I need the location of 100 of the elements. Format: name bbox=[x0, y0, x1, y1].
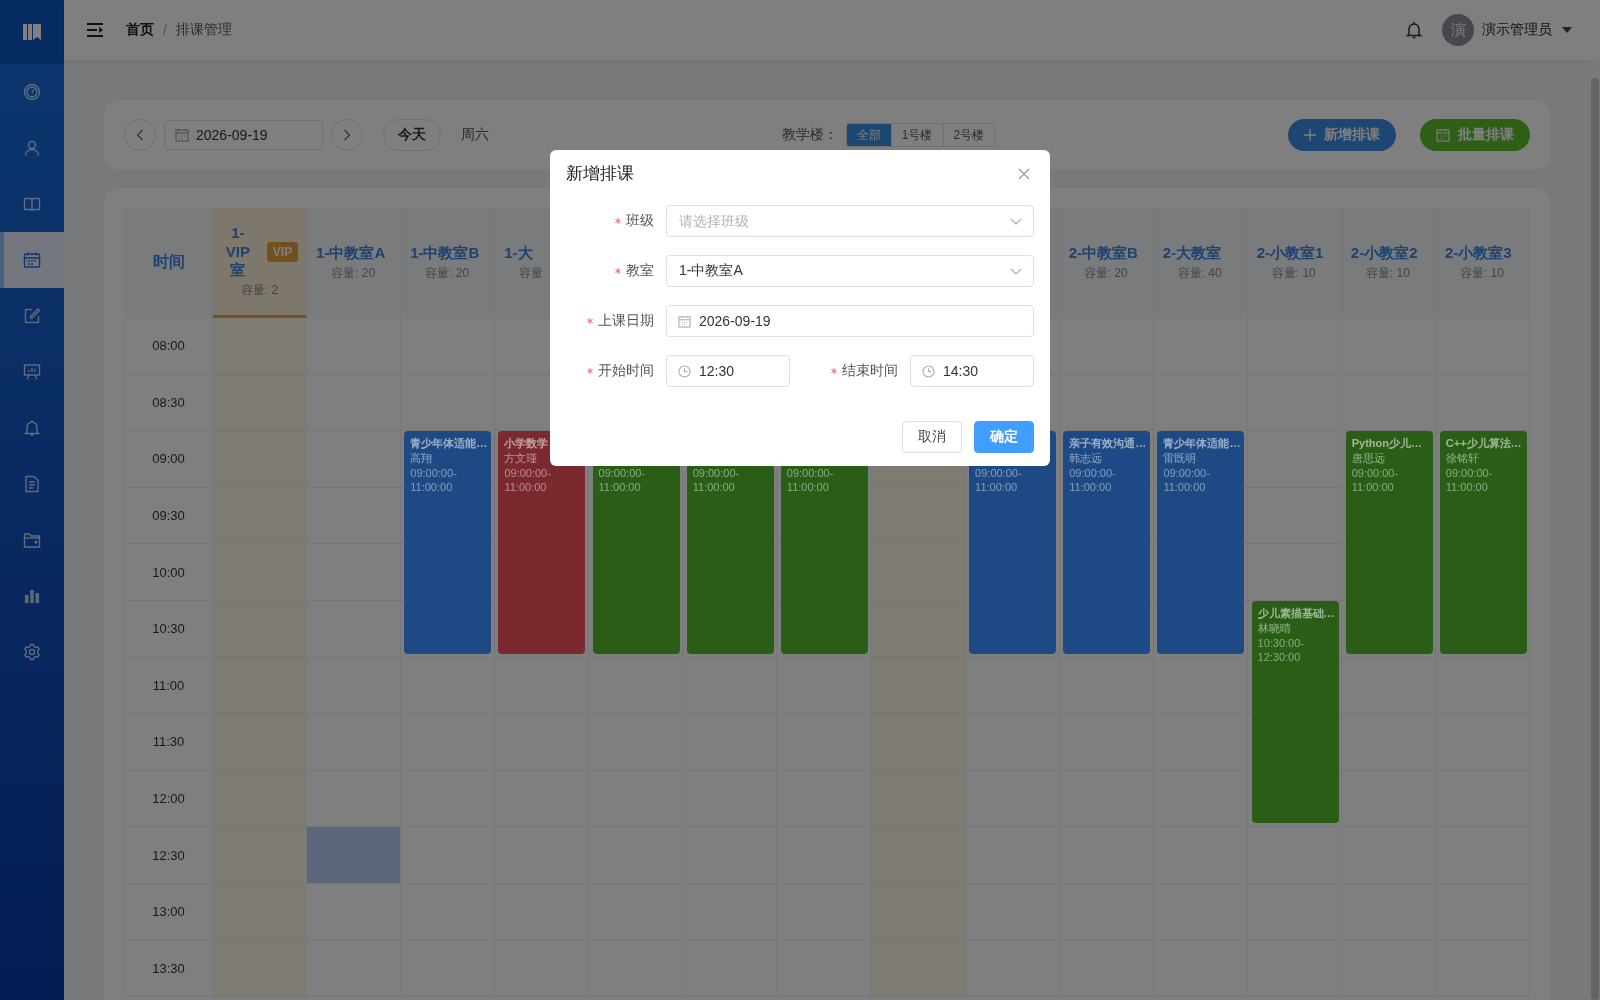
course-time: 09:00:00-11:00:00 bbox=[786, 466, 835, 495]
gauge-icon bbox=[23, 83, 41, 101]
select-field[interactable]: 1-中教室A bbox=[666, 255, 1034, 287]
calendar-icon bbox=[678, 315, 691, 328]
folder-icon bbox=[23, 531, 41, 549]
time-label: 13:30 bbox=[152, 960, 185, 976]
add-schedule-button[interactable]: 新增排课 bbox=[1288, 119, 1396, 151]
settings-icon bbox=[23, 643, 41, 661]
room-name: 2-小教室2 bbox=[1349, 243, 1418, 263]
time-slot[interactable] bbox=[307, 827, 401, 884]
chevron-right-icon bbox=[343, 129, 351, 141]
building-tab[interactable]: 2号楼 bbox=[942, 124, 995, 146]
course-title: 少儿素描基础… bbox=[1257, 606, 1333, 621]
field-label: 开始时间 bbox=[598, 362, 654, 380]
chevron-down-icon bbox=[1010, 268, 1022, 275]
course-block[interactable]: 亲子有效沟通… 韩志远 09:00:00-11:00:00 bbox=[1063, 431, 1151, 654]
edit-icon bbox=[23, 307, 41, 325]
time-label: 08:00 bbox=[152, 338, 185, 354]
breadcrumb-item: 排课管理 bbox=[175, 21, 232, 39]
calendar-icon bbox=[175, 128, 189, 142]
time-label: 12:30 bbox=[152, 847, 185, 863]
next-day-button[interactable] bbox=[331, 119, 363, 151]
teacher-name: 方文瑾 bbox=[504, 451, 539, 467]
course-time: 09:00:00-11:00:00 bbox=[1351, 466, 1400, 495]
field-label: 上课日期 bbox=[598, 312, 654, 330]
course-title: Python少儿… bbox=[1351, 436, 1423, 452]
caret-icon[interactable] bbox=[1562, 27, 1572, 33]
teacher-name: 韩志远 bbox=[1069, 451, 1104, 467]
confirm-button[interactable]: 确定 bbox=[974, 421, 1034, 453]
bell-icon bbox=[23, 419, 41, 437]
time-label: 09:00 bbox=[152, 451, 185, 467]
course-title: C++少儿算法… bbox=[1445, 436, 1521, 452]
course-time: 09:00:00-11:00:00 bbox=[1069, 466, 1117, 495]
batch-schedule-button[interactable]: 批量排课 bbox=[1420, 119, 1530, 151]
course-time: 10:30:00-12:30:00 bbox=[1257, 636, 1305, 664]
course-title: 小学数学 bbox=[504, 436, 550, 452]
time-field[interactable]: 12:30 bbox=[666, 355, 790, 387]
course-time: 09:00:00-11:00:00 bbox=[692, 466, 741, 495]
time-field[interactable]: 14:30 bbox=[910, 355, 1034, 387]
time-label: 11:30 bbox=[152, 734, 185, 750]
teacher-name: 唐思远 bbox=[1351, 451, 1386, 467]
time-label: 13:00 bbox=[152, 904, 185, 920]
room-name: 1-VIP室 bbox=[224, 223, 251, 281]
building-tab[interactable]: 全部 bbox=[846, 124, 891, 146]
course-block[interactable]: 青少年体适能… 高翔 09:00:00-11:00:00 bbox=[404, 431, 492, 654]
course-title: 青少年体适能… bbox=[1163, 436, 1239, 452]
previous-day-button[interactable] bbox=[124, 119, 156, 151]
room-name: 1-大 bbox=[503, 243, 533, 263]
cancel-button[interactable]: 取消 bbox=[902, 421, 962, 453]
course-block[interactable]: C++少儿算法… 徐铭轩 09:00:00-11:00:00 bbox=[1439, 431, 1527, 654]
course-time: 09:00:00-11:00:00 bbox=[1445, 466, 1494, 495]
time-heading: 时间 bbox=[152, 252, 185, 272]
date-field[interactable]: 2026-09-19 bbox=[164, 120, 323, 150]
building-label: 教学楼： bbox=[781, 126, 838, 144]
menu-icon[interactable] bbox=[86, 22, 104, 38]
weekday-label: 周六 bbox=[461, 126, 489, 144]
user-name[interactable]: 演示管理员 bbox=[1482, 21, 1552, 39]
time-label: 08:30 bbox=[152, 394, 185, 410]
room-name: 1-中教室B bbox=[409, 243, 480, 263]
close-icon[interactable] bbox=[1018, 167, 1030, 180]
room-name: 1-中教室A bbox=[315, 243, 386, 263]
book-icon bbox=[23, 195, 41, 213]
teacher-name: 徐铭轩 bbox=[1445, 451, 1480, 467]
presentation-icon bbox=[23, 363, 41, 381]
user-icon bbox=[23, 139, 41, 157]
course-block[interactable]: 小学数学 方文瑾 09:00:00-11:00:00 bbox=[498, 431, 586, 654]
course-block[interactable]: 少儿素描基础… 林晓晴 10:30:00-12:30:00 bbox=[1251, 601, 1339, 824]
dialog-title: 新增排课 bbox=[566, 163, 634, 185]
course-time: 09:00:00-11:00:00 bbox=[598, 466, 647, 495]
course-time: 09:00:00-11:00:00 bbox=[1163, 466, 1211, 495]
time-label: 11:00 bbox=[152, 677, 185, 693]
field-label: 结束时间 bbox=[842, 362, 898, 380]
room-name: 2-中教室B bbox=[1067, 243, 1138, 263]
today-button[interactable]: 今天 bbox=[383, 119, 441, 151]
course-block[interactable]: 青少年体适能… 雷既明 09:00:00-11:00:00 bbox=[1157, 431, 1245, 654]
vip-badge: VIP bbox=[266, 242, 299, 262]
time-label: 12:00 bbox=[152, 791, 185, 807]
course-block[interactable]: Python少儿… 唐思远 09:00:00-11:00:00 bbox=[1345, 431, 1433, 654]
course-time: 09:00:00-11:00:00 bbox=[975, 466, 1023, 495]
room-name: 2-小教室3 bbox=[1443, 243, 1512, 263]
course-time: 09:00:00-11:00:00 bbox=[410, 466, 458, 495]
course-title: 亲子有效沟通… bbox=[1069, 436, 1145, 452]
course-time: 09:00:00-11:00:00 bbox=[504, 466, 552, 495]
date-field[interactable]: 2026-09-19 bbox=[666, 305, 1034, 337]
time-label: 09:30 bbox=[152, 508, 185, 524]
breadcrumb-item[interactable]: 首页 bbox=[126, 21, 154, 39]
plus-icon bbox=[1304, 129, 1316, 141]
clock-icon bbox=[922, 365, 935, 378]
bell-icon[interactable] bbox=[1404, 20, 1424, 40]
select-field[interactable]: 请选择班级 bbox=[666, 205, 1034, 237]
teacher-name: 高翔 bbox=[410, 451, 434, 467]
calendar-icon bbox=[23, 251, 41, 269]
chevron-down-icon bbox=[1010, 218, 1022, 225]
course-title: 青少年体适能… bbox=[410, 436, 486, 452]
field-label: 教室 bbox=[626, 262, 654, 280]
breadcrumb-separator: / bbox=[163, 22, 167, 38]
logo-icon bbox=[22, 22, 42, 42]
bar-chart-icon bbox=[23, 587, 41, 605]
field-label: 班级 bbox=[626, 212, 654, 230]
teacher-name: 雷既明 bbox=[1163, 451, 1198, 467]
